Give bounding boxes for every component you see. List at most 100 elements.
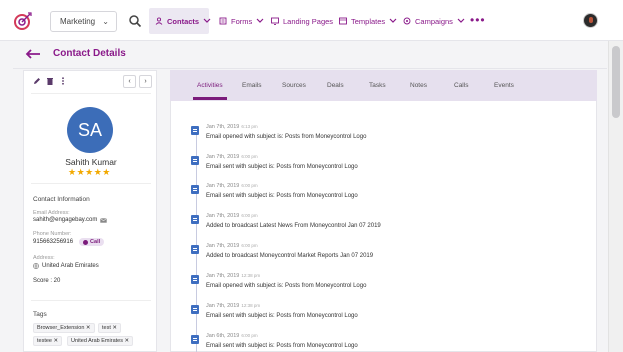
nav-templates[interactable]: Templates	[333, 8, 403, 34]
score-value: Score : 20	[33, 278, 61, 284]
event-date: Jan 7th, 2019	[206, 303, 240, 309]
search-icon[interactable]	[128, 14, 142, 28]
tag-label: United Arab Emirates	[71, 338, 123, 344]
event-date: Jan 7th, 2019	[206, 124, 240, 130]
tab-emails[interactable]: Emails	[242, 82, 262, 89]
engagebay-logo-icon[interactable]	[13, 11, 33, 31]
phone-row: 915663256916 Call	[33, 238, 105, 246]
event-time: 6:13 pm	[241, 124, 258, 129]
edit-icon[interactable]	[33, 77, 41, 85]
document-icon	[191, 275, 199, 284]
event-time: 6:00 pm	[241, 333, 258, 338]
nav-forms-label: Forms	[231, 16, 253, 26]
event-time: 6:00 pm	[241, 183, 258, 188]
event-time: 12:38 pm	[241, 273, 261, 278]
tab-tasks[interactable]: Tasks	[369, 82, 386, 89]
contact-name: Sahith Kumar	[65, 157, 117, 167]
event-description: Email sent with subject is: Posts from M…	[206, 164, 358, 170]
landing-pages-icon	[271, 17, 279, 25]
event-description: Email sent with subject is: Posts from M…	[206, 313, 358, 319]
activity-tabs: Activities Emails Sources Deals Tasks No…	[170, 70, 597, 101]
nav-contacts-label: Contacts	[167, 16, 200, 26]
event-time: 6:00 pm	[241, 154, 258, 159]
phone-label: Phone Number:	[33, 231, 72, 237]
remove-tag-icon[interactable]: ✕	[86, 325, 91, 331]
nav-landing-pages[interactable]: Landing Pages	[265, 8, 339, 34]
workspace-select[interactable]: Marketing ⌄	[50, 11, 117, 32]
tab-calls[interactable]: Calls	[454, 82, 468, 89]
event-date: Jan 6th, 2019	[206, 333, 240, 339]
more-vertical-icon[interactable]	[59, 77, 67, 85]
active-tab-indicator	[193, 97, 227, 100]
event-description: Added to broadcast Moneycontrol Market R…	[206, 253, 374, 259]
document-icon	[191, 126, 199, 135]
event-date: Jan 7th, 2019	[206, 154, 240, 160]
event-description: Email opened with subject is: Posts from…	[206, 134, 367, 140]
page-title: Contact Details	[53, 48, 126, 59]
tag-chip[interactable]: United Arab Emirates ✕	[67, 336, 134, 346]
email-value[interactable]: sahith@engagebay.com	[33, 217, 97, 223]
event-description: Email sent with subject is: Posts from M…	[206, 193, 358, 199]
nav-campaigns[interactable]: Campaigns	[397, 8, 471, 34]
event-time: 12:38 pm	[241, 303, 261, 308]
tag-label: Browser_Extension	[37, 325, 85, 331]
call-button-label: Call	[90, 239, 101, 245]
document-icon	[191, 245, 199, 254]
mail-icon[interactable]	[100, 217, 108, 223]
document-icon	[191, 335, 199, 344]
more-menu-icon[interactable]: •••	[470, 14, 486, 26]
address-label: Address:	[33, 255, 55, 261]
event-date: Jan 7th, 2019	[206, 243, 240, 249]
next-contact-button[interactable]: ›	[139, 75, 152, 88]
workspace-select-value: Marketing	[60, 17, 96, 26]
event-date: Jan 7th, 2019	[206, 273, 240, 279]
card-divider	[31, 183, 151, 184]
header-divider	[13, 68, 607, 69]
chevron-down-icon	[256, 18, 264, 23]
tab-notes[interactable]: Notes	[410, 82, 427, 89]
contact-card: ‹ › SA Sahith Kumar ★★★★★ Contact Inform…	[23, 70, 157, 352]
tab-sources[interactable]: Sources	[282, 82, 306, 89]
chevron-down-icon	[389, 18, 397, 23]
document-icon	[191, 215, 199, 224]
tag-chip[interactable]: test ✕	[98, 323, 122, 333]
page-scrollbar[interactable]	[608, 41, 623, 352]
email-label: Email Address:	[33, 210, 70, 216]
delete-icon[interactable]	[46, 77, 54, 85]
campaigns-icon	[403, 17, 411, 25]
contact-avatar: SA	[67, 107, 113, 153]
event-description: Added to broadcast Latest News From Mone…	[206, 223, 381, 229]
remove-tag-icon[interactable]: ✕	[125, 338, 130, 344]
nav-contacts[interactable]: Contacts	[149, 8, 211, 34]
star-rating[interactable]: ★★★★★	[68, 167, 111, 178]
back-arrow-icon[interactable]	[25, 49, 41, 59]
address-row: United Arab Emirates	[33, 263, 99, 269]
nav-templates-label: Templates	[351, 16, 386, 26]
tag-chip[interactable]: Browser_Extension ✕	[33, 323, 95, 333]
event-description: Email sent with subject is: Posts from M…	[206, 343, 358, 349]
phone-value[interactable]: 915663256916	[33, 239, 73, 245]
event-time: 6:00 pm	[241, 213, 258, 218]
call-button[interactable]: Call	[79, 238, 105, 246]
chevron-down-icon	[457, 18, 465, 23]
tab-deals[interactable]: Deals	[327, 82, 344, 89]
user-avatar[interactable]	[583, 13, 598, 28]
contacts-icon	[155, 17, 163, 25]
remove-tag-icon[interactable]: ✕	[54, 338, 59, 344]
tag-chip[interactable]: testee ✕	[33, 336, 63, 346]
globe-icon	[33, 263, 39, 269]
scrollbar-thumb[interactable]	[612, 46, 620, 118]
nav-forms[interactable]: Forms	[213, 8, 270, 34]
nav-campaigns-label: Campaigns	[415, 16, 453, 26]
document-icon	[191, 156, 199, 165]
nav-landing-pages-label: Landing Pages	[283, 16, 334, 26]
previous-contact-button[interactable]: ‹	[123, 75, 136, 88]
remove-tag-icon[interactable]: ✕	[112, 325, 117, 331]
tag-label: testee	[37, 338, 52, 344]
tab-events[interactable]: Events	[494, 82, 514, 89]
document-icon	[191, 185, 199, 194]
document-icon	[191, 305, 199, 314]
tab-activities[interactable]: Activities	[197, 82, 223, 89]
event-description: Email opened with subject is: Posts from…	[206, 283, 367, 289]
event-date: Jan 7th, 2019	[206, 213, 240, 219]
